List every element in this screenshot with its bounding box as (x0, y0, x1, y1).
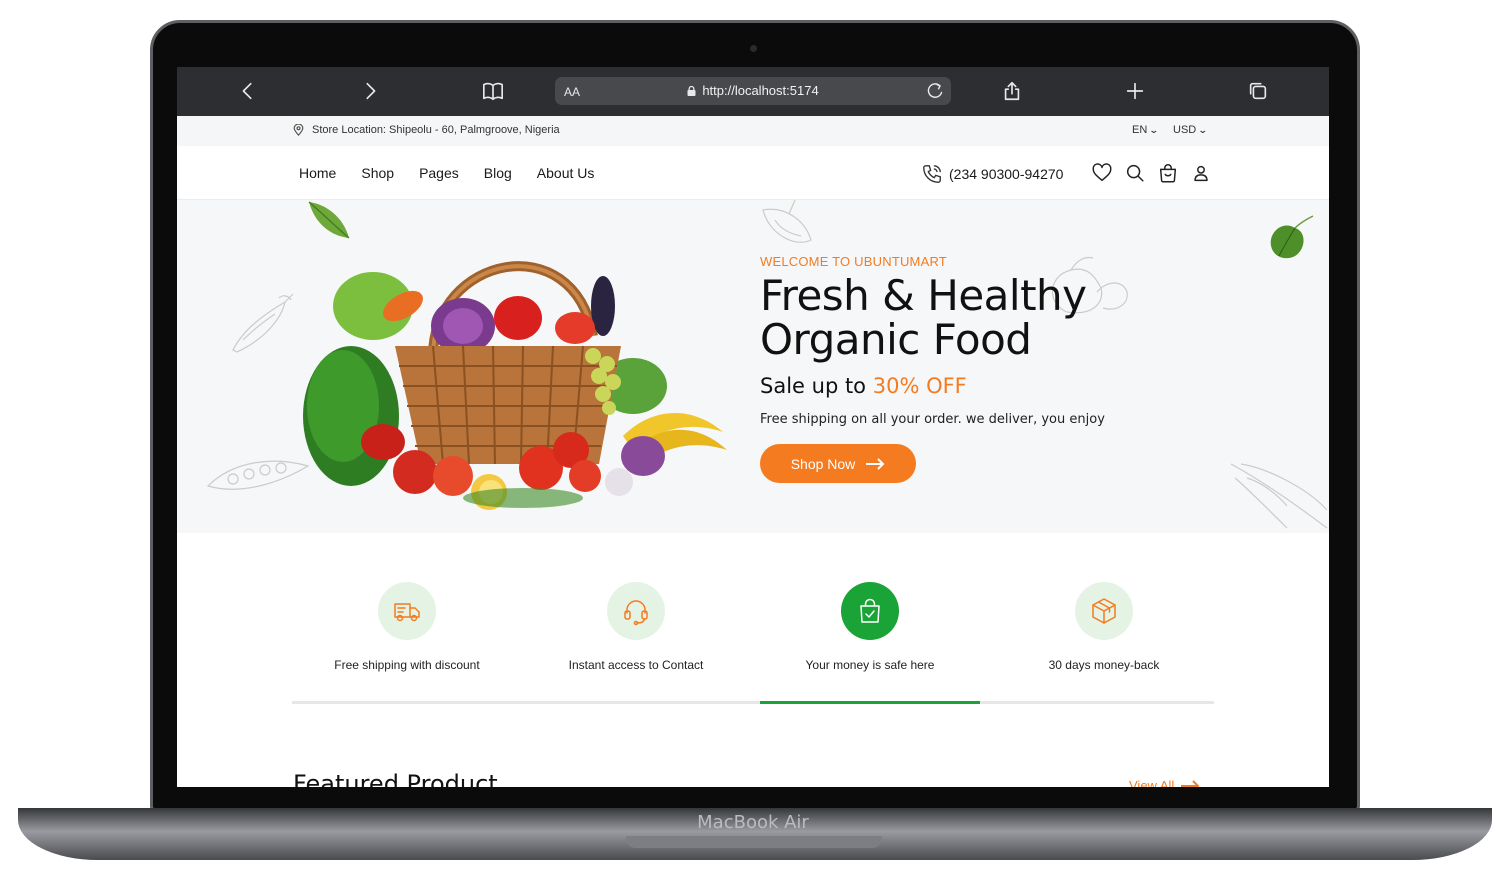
feature-icon-circle (378, 582, 436, 640)
nav-action-icons (1091, 161, 1212, 185)
new-tab-icon[interactable] (1122, 78, 1148, 104)
address-bar[interactable]: AA http://localhost:5174 (555, 77, 951, 105)
reload-icon[interactable] (925, 81, 945, 101)
device-label: MacBook Air (697, 812, 809, 833)
camera-icon (750, 45, 757, 52)
shop-now-label: Shop Now (790, 455, 856, 472)
hero-banner: WELCOME TO UBUNTUMART Fresh & Healthy Or… (177, 200, 1329, 533)
main-navbar: Home Shop Pages Blog About Us (234 90300… (177, 146, 1329, 200)
feature-label: 30 days money-back (1048, 658, 1160, 672)
url-display: http://localhost:5174 (555, 83, 951, 98)
bag-icon[interactable] (1157, 161, 1179, 185)
feature-item[interactable]: Instant access to Contact (521, 582, 751, 672)
hero-title-line1: Fresh & Healthy (760, 271, 1087, 320)
user-icon[interactable] (1190, 161, 1212, 185)
feature-icon-circle (1075, 582, 1133, 640)
hero-subtitle: Free shipping on all your order. we deli… (760, 412, 1105, 427)
pepper-doodle-icon (232, 293, 294, 353)
back-icon[interactable] (235, 78, 261, 104)
broccoli-doodle-icon (762, 200, 812, 243)
phone-number: (234 90300-94270 (949, 166, 1064, 182)
store-location: Store Location: Shipeolu - 60, Palmgroov… (293, 124, 560, 136)
phone-contact[interactable]: (234 90300-94270 (921, 163, 1063, 185)
laptop-notch (626, 836, 882, 848)
currency-select[interactable]: USD ⌄ (1173, 124, 1208, 136)
vegetable-basket-image (303, 261, 727, 510)
heart-icon[interactable] (1091, 161, 1113, 185)
map-pin-icon (293, 124, 304, 136)
shopping-bag-icon (860, 598, 880, 623)
feature-progress-track (292, 701, 1214, 704)
features-strip: Free shipping with discount Instant acce… (292, 582, 1214, 707)
leaf-icon (1270, 215, 1314, 259)
box-icon (1092, 598, 1116, 624)
feature-icon-circle (607, 582, 665, 640)
nav-link-about[interactable]: About Us (537, 165, 595, 181)
hero-title: Fresh & Healthy Organic Food (760, 274, 1140, 362)
view-all-label: View All (1129, 778, 1175, 787)
arrow-right-icon (866, 457, 885, 470)
sale-highlight: 30% OFF (872, 374, 967, 398)
nav-link-blog[interactable]: Blog (484, 165, 512, 181)
bookmarks-icon[interactable] (480, 78, 506, 104)
shop-now-button[interactable]: Shop Now (760, 444, 916, 483)
language-value: EN (1132, 124, 1148, 136)
tabs-icon[interactable] (1245, 78, 1271, 104)
feature-item[interactable]: Your money is safe here (755, 582, 985, 672)
chevron-down-icon: ⌄ (1149, 125, 1159, 135)
top-info-bar: Store Location: Shipeolu - 60, Palmgroov… (177, 116, 1329, 146)
nav-links: Home Shop Pages Blog About Us (299, 165, 619, 181)
featured-product-title: Featured Product (293, 770, 498, 787)
feature-progress-bar (760, 701, 980, 704)
carrot-doodle-icon (1230, 463, 1328, 529)
phone-icon (923, 165, 941, 183)
currency-value: USD (1173, 124, 1197, 136)
nav-link-shop[interactable]: Shop (361, 165, 394, 181)
feature-item[interactable]: Free shipping with discount (292, 582, 522, 672)
pea-pod-doodle-icon (206, 460, 310, 490)
feature-label: Your money is safe here (805, 658, 935, 672)
feature-label: Free shipping with discount (334, 658, 480, 672)
truck-icon (394, 603, 420, 622)
feature-item[interactable]: 30 days money-back (989, 582, 1219, 672)
headset-icon (624, 600, 648, 626)
leaf-icon (308, 201, 350, 239)
feature-icon-circle (841, 582, 899, 640)
share-icon[interactable] (999, 78, 1025, 104)
store-location-text: Store Location: Shipeolu - 60, Palmgroov… (312, 124, 560, 136)
browser-toolbar: AA http://localhost:5174 (177, 67, 1329, 116)
nav-link-pages[interactable]: Pages (419, 165, 459, 181)
screen: AA http://localhost:5174 Store Location:… (177, 67, 1329, 787)
sale-prefix: Sale up to (760, 374, 867, 398)
hero-title-line2: Organic Food (760, 315, 1032, 364)
url-text: http://localhost:5174 (702, 83, 819, 98)
hero-sale: Sale up to 30% OFF (760, 374, 967, 398)
language-select[interactable]: EN ⌄ (1132, 124, 1159, 136)
arrow-right-icon (1181, 779, 1200, 787)
lock-icon (687, 86, 696, 96)
hero-welcome: WELCOME TO UBUNTUMART (760, 254, 947, 269)
nav-link-home[interactable]: Home (299, 165, 336, 181)
view-all-link[interactable]: View All (1129, 778, 1200, 787)
search-icon[interactable] (1124, 161, 1146, 185)
feature-label: Instant access to Contact (568, 658, 704, 672)
chevron-down-icon: ⌄ (1198, 125, 1208, 135)
forward-icon[interactable] (357, 78, 383, 104)
